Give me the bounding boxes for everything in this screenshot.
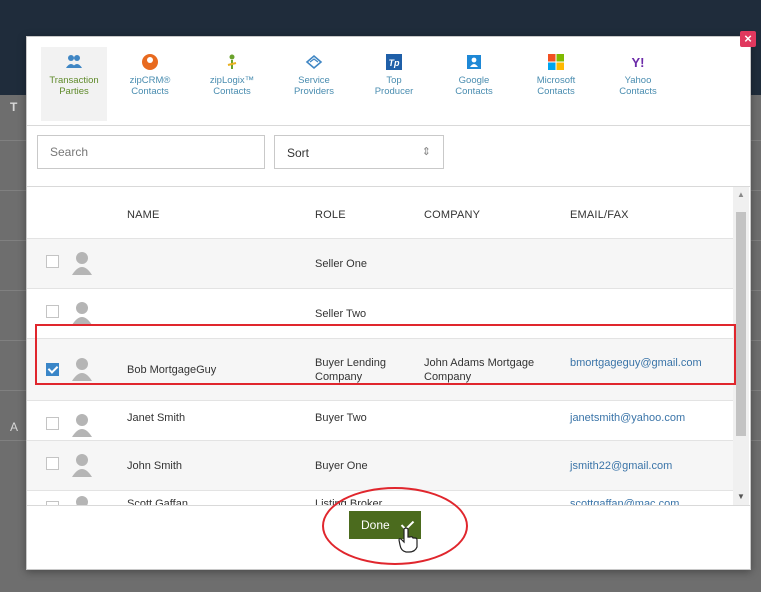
tab-label: zipCRM® [129,75,171,86]
avatar-icon [72,454,92,477]
tab-label: Google [458,75,490,86]
tabs-divider [27,125,750,126]
top-producer-icon: Tp [386,54,402,70]
zipcrm-icon [142,54,158,70]
contact-role: Buyer Two [315,412,367,424]
contact-email[interactable]: jsmith22@gmail.com [570,459,710,473]
contact-email[interactable]: janetsmith@yahoo.com [570,411,710,425]
svg-text:Tp: Tp [389,58,400,68]
hand-cursor-icon [398,527,418,553]
column-header-role[interactable]: ROLE [315,209,346,221]
contact-role: Buyer One [315,460,368,472]
footer-divider [27,505,750,506]
google-contacts-icon [467,55,481,69]
column-header-name[interactable]: NAME [127,209,160,221]
row-checkbox[interactable] [46,305,59,318]
row-checkbox[interactable] [46,457,59,470]
tab-zipcrm-contacts[interactable]: zipCRM® Contacts [117,47,183,121]
background-tab-fragment: T [10,100,18,114]
contact-email[interactable]: bmortgageguy@gmail.com [570,356,710,370]
tab-label: Contacts [619,86,657,97]
sort-arrows-icon: ⇕ [421,146,431,158]
people-icon [66,55,82,68]
scroll-down-icon[interactable]: ▼ [733,489,749,505]
contact-role: Seller One [315,258,367,270]
tab-label: Parties [59,86,89,97]
tab-label: Contacts [455,86,493,97]
close-button[interactable]: × [740,31,756,47]
column-header-email[interactable]: EMAIL/FAX [570,209,629,221]
avatar-icon [72,358,92,381]
tab-label: Producer [374,86,414,97]
scrollbar-thumb[interactable] [736,212,746,436]
avatar-icon [72,414,92,437]
tab-label: Top [386,75,402,86]
tab-google-contacts[interactable]: Google Contacts [441,47,507,121]
contact-source-tabs: Transaction Parties zipCRM® Contacts zip… [41,47,741,125]
yahoo-icon: Y! [632,55,645,70]
avatar-icon [72,252,92,275]
tab-top-producer[interactable]: Tp Top Producer [361,47,427,121]
tab-label: zipLogix™ [209,75,255,86]
search-input[interactable] [37,135,265,169]
tab-label: Contacts [213,86,251,97]
table-scrollbar[interactable]: ▲ ▼ [733,187,749,505]
avatar-icon [72,302,92,325]
contact-email[interactable]: scottgaffan@mac.com [570,497,710,505]
column-header-company[interactable]: COMPANY [424,209,480,221]
contact-name: Bob MortgageGuy [127,364,217,376]
tab-label: Yahoo [624,75,652,86]
microsoft-icon [548,54,564,70]
contact-name: Janet Smith [127,412,186,424]
handshake-icon [305,54,323,70]
ziplogix-icon [227,54,237,69]
table-row[interactable]: Bob MortgageGuy Buyer Lending Company Jo… [27,338,733,401]
tab-label: Contacts [131,86,169,97]
avatar-icon [76,496,88,505]
table-row[interactable]: Scott Gaffan Listing Broker scottgaffan@… [27,490,733,505]
table-row[interactable]: Seller Two [27,288,733,339]
tab-service-providers[interactable]: Service Providers [281,47,347,121]
row-checkbox[interactable] [46,255,59,268]
tab-microsoft-contacts[interactable]: Microsoft Contacts [523,47,589,121]
contacts-table: NAME ROLE COMPANY EMAIL/FAX Seller One S… [27,187,750,505]
tab-label: Contacts [537,86,575,97]
svg-text:Y!: Y! [632,55,645,70]
contact-role: Listing Broker [315,498,383,505]
done-label: Done [361,518,390,532]
contact-company: John Adams Mortgage Company [424,357,535,383]
contact-role: Buyer Lending Company [315,357,386,383]
tab-label: Service [298,75,330,86]
sort-select[interactable]: Sort ⇕ [274,135,444,169]
scroll-up-icon[interactable]: ▲ [733,187,749,203]
sort-label: Sort [287,146,310,160]
contact-name: John Smith [127,460,183,472]
tab-label: Transaction [49,75,99,86]
table-row[interactable]: John Smith Buyer One jsmith22@gmail.com [27,440,733,491]
contacts-modal: Transaction Parties zipCRM® Contacts zip… [26,36,751,570]
tab-label: Providers [293,86,335,97]
row-checkbox[interactable] [46,417,59,430]
contact-name: Scott Gaffan [127,498,188,505]
row-checkbox-checked[interactable] [46,363,59,376]
contact-role: Seller Two [315,308,367,320]
table-row[interactable]: Seller One [27,238,733,289]
background-text-fragment: A [10,420,19,434]
tab-transaction-parties[interactable]: Transaction Parties [41,47,107,121]
tab-ziplogix-contacts[interactable]: zipLogix™ Contacts [199,47,265,121]
tab-yahoo-contacts[interactable]: Y! Yahoo Contacts [605,47,671,121]
tab-label: Microsoft [536,75,576,86]
